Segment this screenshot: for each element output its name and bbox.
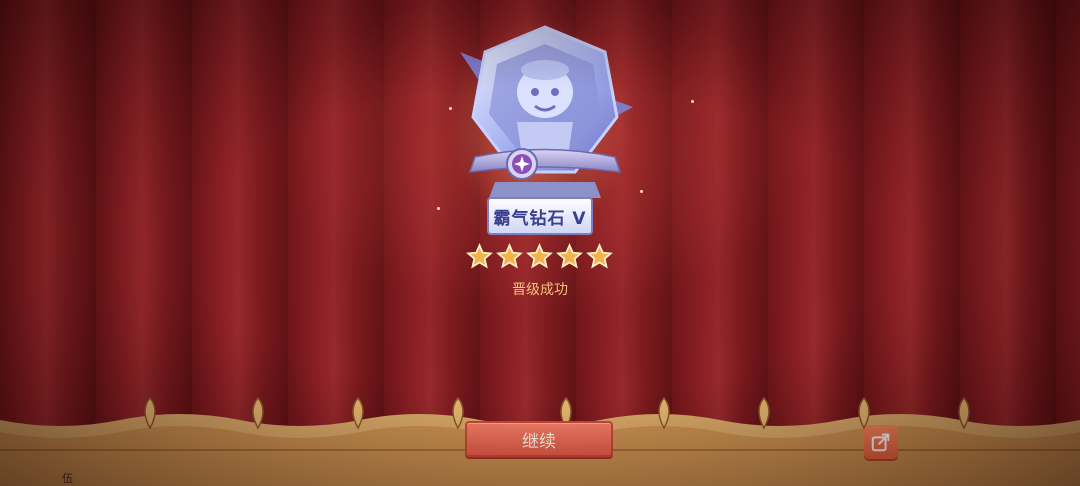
share-button[interactable] (864, 425, 898, 459)
star-icon (496, 243, 523, 269)
star-icon (466, 243, 493, 269)
corner-label: 伍 (62, 472, 73, 485)
star-icon (526, 243, 553, 269)
continue-button[interactable]: 继续 (465, 421, 613, 457)
sparkle (691, 100, 694, 103)
share-icon (871, 433, 890, 452)
rank-stars (466, 243, 616, 273)
upgrade-screen: 霸气钻石 V 晋级成功 继续 伍 (0, 0, 1080, 486)
sparkle (640, 190, 643, 193)
rank-title: 霸气钻石 V (493, 208, 587, 229)
upgrade-status: 晋级成功 (512, 282, 568, 298)
star-icon (586, 243, 613, 269)
star-icon (556, 243, 583, 269)
